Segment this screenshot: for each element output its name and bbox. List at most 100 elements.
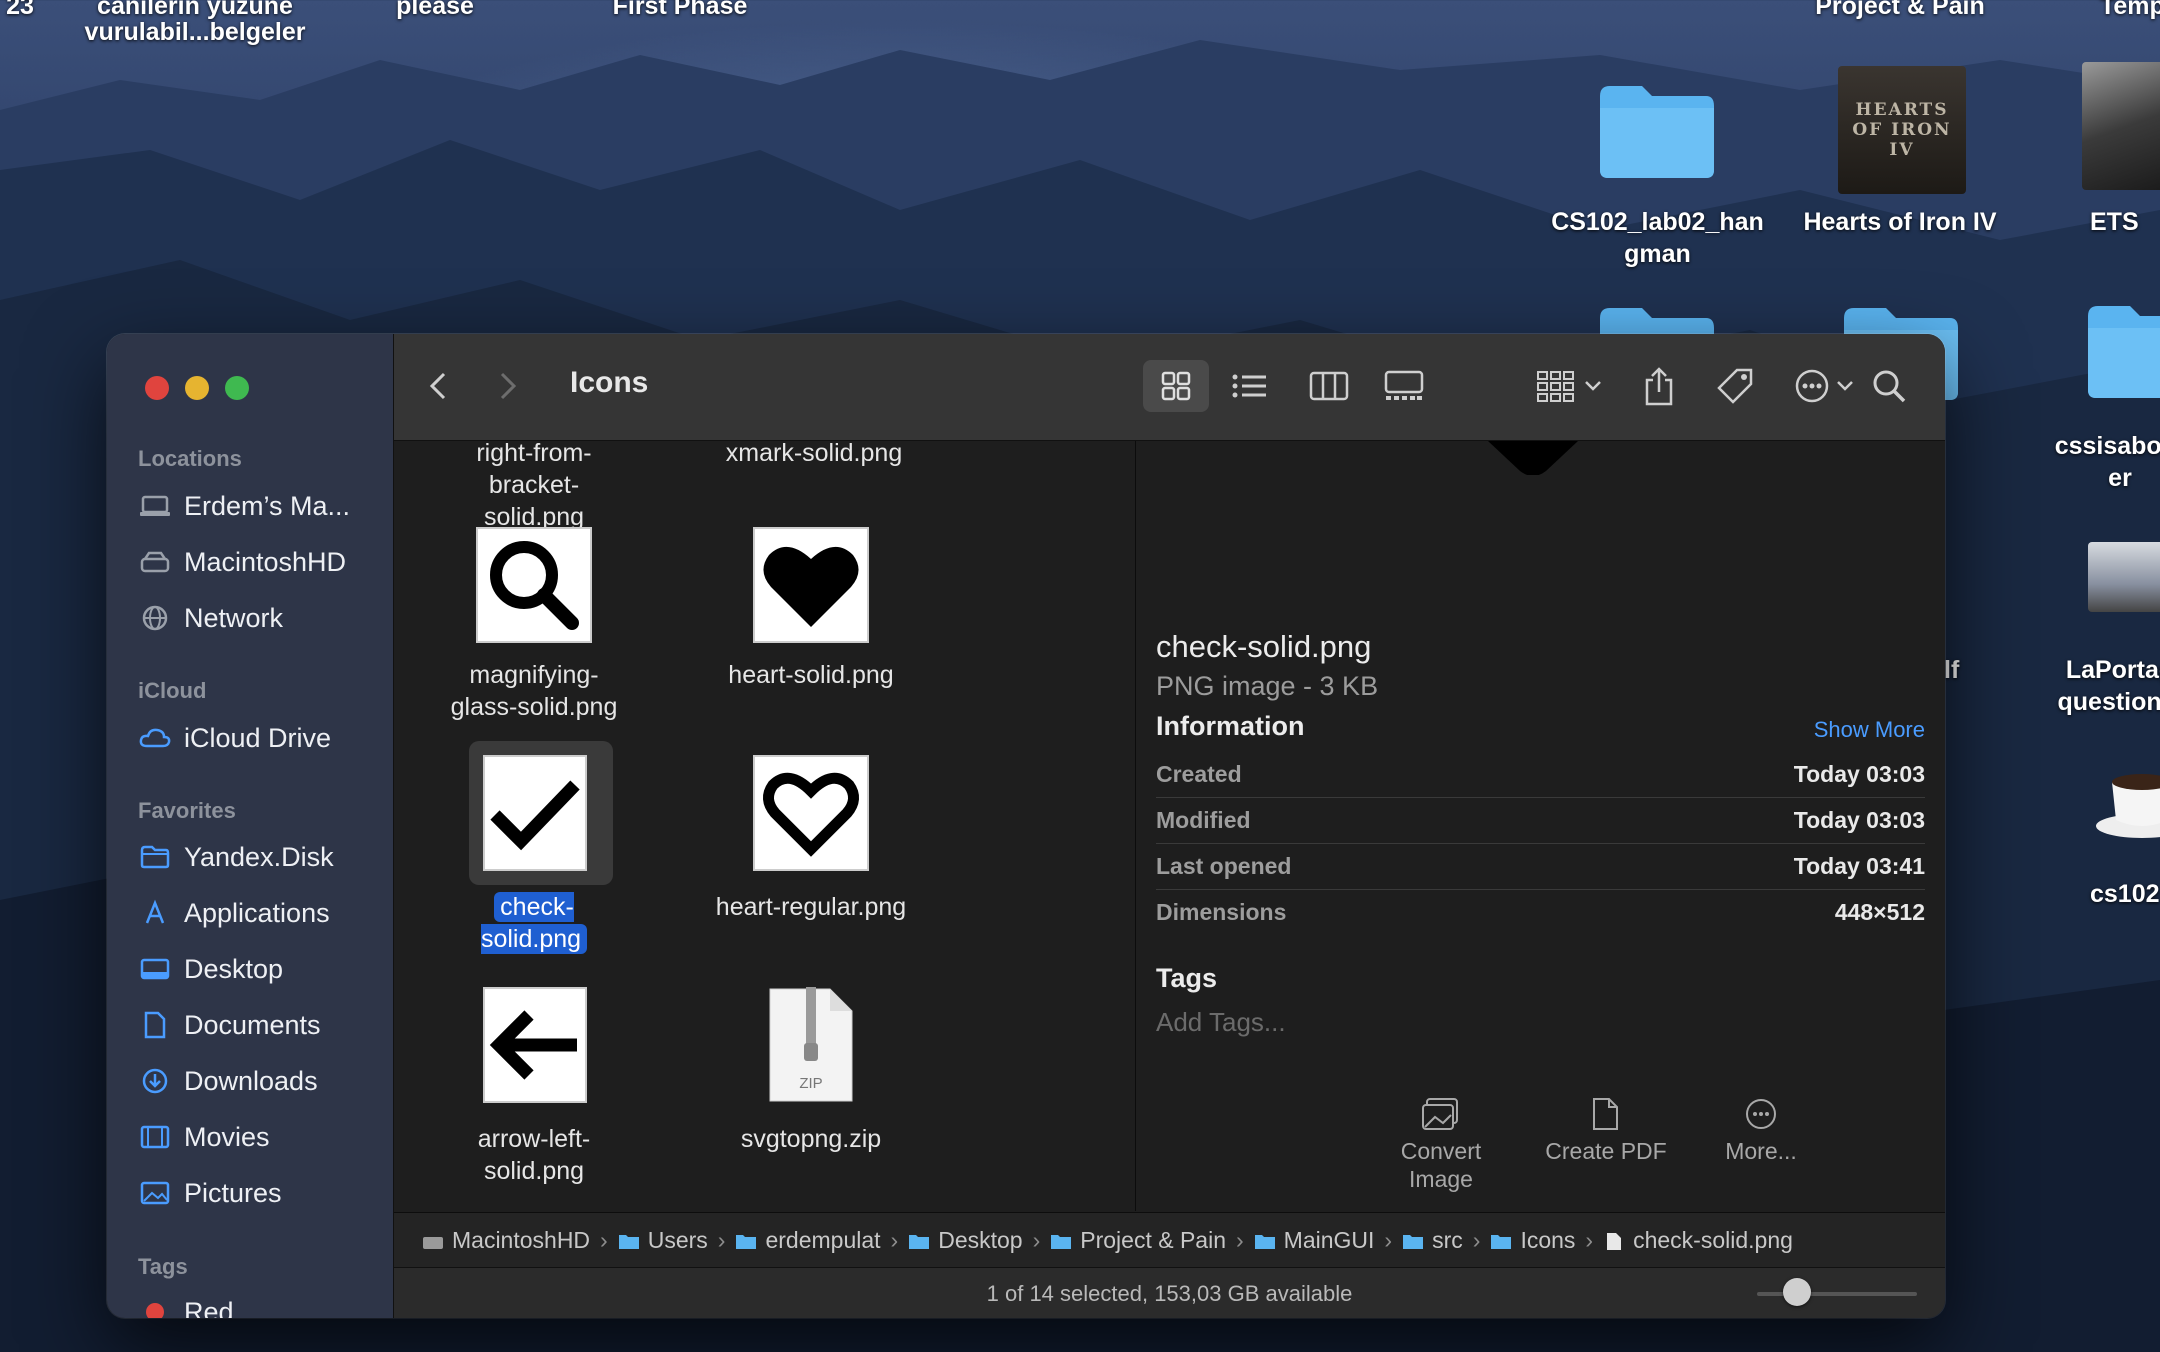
file-name-magnifying-glass[interactable]: magnifying- glass-solid.png [444,659,624,723]
desktop-icon-laportag[interactable]: LaPortag question... [2020,654,2160,718]
path-separator: › [717,1227,726,1253]
file-name-heart-solid[interactable]: heart-solid.png [694,659,928,691]
document-icon [138,1011,172,1039]
file-name-xmark[interactable]: xmark-solid.png [704,441,924,469]
desktop-label-project-pain[interactable]: Project & Pain [1800,0,2000,22]
convert-image-button[interactable]: Convert Image [1386,1097,1496,1193]
sidebar-item-applications[interactable]: Applications [138,893,330,933]
minimize-button[interactable] [185,376,209,400]
sidebar-item-tag-red[interactable]: Red [138,1292,234,1318]
path-item-users[interactable]: Users [618,1227,708,1254]
sidebar-item-pictures[interactable]: Pictures [138,1173,282,1213]
desktop-label-please[interactable]: please [360,0,510,22]
path-label: erdempulat [765,1227,881,1253]
file-thumb-arrow-left[interactable] [483,987,587,1103]
path-item-project-pain[interactable]: Project & Pain [1050,1227,1226,1254]
slider-knob[interactable] [1783,1278,1811,1306]
sidebar-item-label: Red [184,1296,234,1319]
sidebar-item-network[interactable]: Network [138,598,283,638]
group-by-button[interactable] [1524,360,1614,412]
sidebar-item-macintoshhd[interactable]: MacintoshHD [138,542,346,582]
path-item-desktop[interactable]: Desktop [908,1227,1023,1254]
desktop-icon-cs102-lab02[interactable]: CS102_lab02_han gman [1535,206,1780,270]
finder-window[interactable]: Locations Erdem’s Ma... MacintoshHD Netw… [107,334,1945,1318]
sidebar-item-label: Downloads [184,1065,318,1096]
sidebar-item-computer[interactable]: Erdem’s Ma... [138,486,350,526]
file-name-svgtopng-zip[interactable]: svgtopng.zip [694,1123,928,1155]
file-name-right-from-bracket[interactable]: right-from- bracket-solid.png [444,441,624,533]
grid-icon [1161,371,1191,401]
info-key: Created [1156,760,1242,787]
desktop-label-tempo[interactable]: Tempo [2070,0,2160,22]
share-button[interactable] [1632,360,1686,412]
more-actions-button[interactable] [1784,360,1864,412]
desktop-label-23: 23 [6,0,34,20]
folder-icon[interactable] [1596,78,1718,182]
search-icon [1873,370,1906,403]
path-label: Desktop [938,1227,1023,1253]
sidebar-header-icloud: iCloud [138,678,207,703]
show-more-link[interactable]: Show More [1814,717,1925,743]
sidebar-item-label: Applications [184,897,330,928]
desktop-icon-cs102[interactable]: cs102 [2080,878,2160,910]
file-name-check-solid[interactable]: check-solid.png [444,891,624,955]
folder-icon [1254,1234,1275,1249]
desktop-icon [138,955,172,983]
cloud-icon [138,724,172,752]
path-item-src[interactable]: src [1402,1227,1463,1254]
folder-icon[interactable] [2084,298,2160,402]
add-tags-field[interactable]: Add Tags... [1156,1007,1286,1038]
folder-icon [909,1234,930,1249]
path-item-check-solid[interactable]: check-solid.png [1603,1227,1793,1254]
sidebar-item-icloud-drive[interactable]: iCloud Drive [138,718,331,758]
desktop-icon-ets[interactable]: ETS [2090,206,2160,238]
disk-icon [423,1236,443,1249]
zoom-button[interactable] [225,376,249,400]
view-columns-button[interactable] [1296,360,1362,412]
sidebar-item-downloads[interactable]: Downloads [138,1061,318,1101]
file-thumb-svgtopng-zip[interactable]: ZIP [768,987,854,1103]
file-thumb-check-solid[interactable] [483,755,587,871]
view-list-button[interactable] [1217,360,1283,412]
sidebar-item-movies[interactable]: Movies [138,1117,270,1157]
path-item-erdempulat[interactable]: erdempulat [735,1227,881,1254]
forward-button[interactable] [488,366,528,406]
info-value: Today 03:03 [1793,806,1925,833]
create-pdf-button[interactable]: Create PDF [1536,1097,1676,1165]
more-button[interactable]: More... [1706,1097,1816,1165]
file-name-arrow-left[interactable]: arrow-left- solid.png [444,1123,624,1187]
sidebar-item-label: Yandex.Disk [184,841,334,872]
path-item-maingui[interactable]: MainGUI [1254,1227,1374,1254]
ets-truck-icon[interactable] [2082,62,2160,190]
view-gallery-button[interactable] [1371,360,1437,412]
file-thumb-magnifying-glass[interactable] [476,527,592,643]
download-icon [138,1067,172,1095]
tag-button[interactable] [1708,360,1762,412]
selected-file-label[interactable]: check-solid.png [480,892,588,954]
game-logo-text: HEARTS OF IRON IV [1852,100,1952,160]
back-button[interactable] [418,366,458,406]
file-name-heart-regular[interactable]: heart-regular.png [694,891,928,923]
coffee-cup-icon[interactable] [2094,756,2160,840]
sidebar-item-documents[interactable]: Documents [138,1005,321,1045]
path-separator: › [1585,1227,1594,1253]
file-thumb-heart-regular[interactable] [753,755,869,871]
close-button[interactable] [145,376,169,400]
hearts-of-iron-icon[interactable]: HEARTS OF IRON IV [1838,66,1966,194]
file-thumb-heart-solid[interactable] [753,527,869,643]
path-item-macintoshhd[interactable]: MacintoshHD [422,1227,590,1254]
desktop-icon-hearts-of-iron[interactable]: Hearts of Iron IV [1780,206,2020,238]
search-button[interactable] [1862,360,1916,412]
icon-size-slider[interactable] [1757,1278,1917,1306]
sidebar-item-yandex-disk[interactable]: Yandex.Disk [138,837,334,877]
path-item-icons[interactable]: Icons [1490,1227,1575,1254]
photo-thumbnail-icon[interactable] [2088,542,2160,612]
file-grid[interactable]: right-from- bracket-solid.png xmark-soli… [394,441,1134,1211]
sidebar-item-desktop[interactable]: Desktop [138,949,283,989]
chevron-down-icon [1837,381,1853,391]
view-icons-button[interactable] [1143,360,1209,412]
desktop-label-first-phase[interactable]: First Phase [590,0,770,22]
desktop-icon-cssisabouter[interactable]: cssisabout er [2020,430,2160,494]
chevron-right-icon [500,372,517,400]
info-row-last-opened: Last opened Today 03:41 [1156,843,1925,890]
